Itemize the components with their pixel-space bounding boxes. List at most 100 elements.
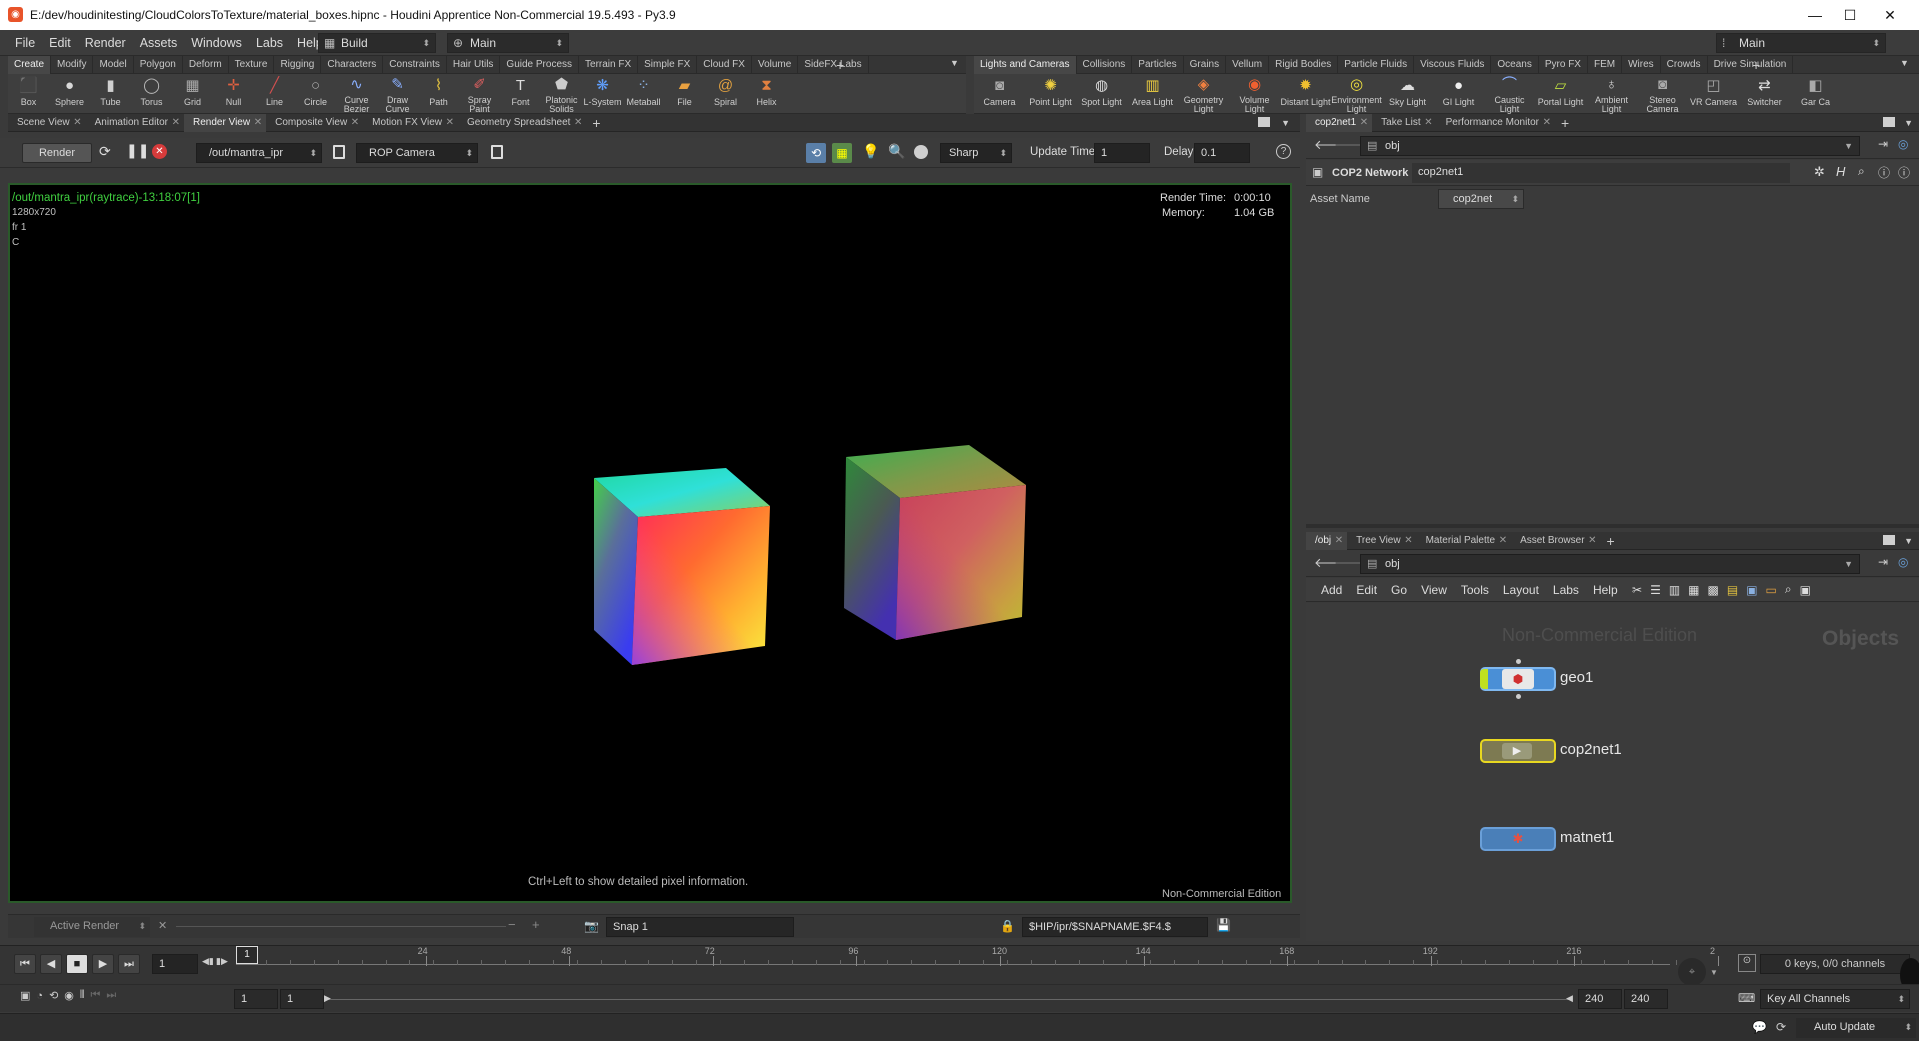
shelf-tab-lights-and-cameras[interactable]: Lights and Cameras xyxy=(974,55,1077,74)
tab-composite-view[interactable]: Composite View ✕ xyxy=(266,114,363,132)
link-icon[interactable]: ◎ xyxy=(1898,137,1908,151)
shelf-tool-point-light[interactable]: ✺ Point Light xyxy=(1025,74,1076,114)
param-path-field[interactable]: ▤ obj ▼ xyxy=(1360,136,1860,156)
shelf-tool-environment-light[interactable]: ◎ Environment Light xyxy=(1331,74,1382,114)
close-tab-icon[interactable]: ✕ xyxy=(574,114,582,132)
pane-menu-chevron-icon[interactable]: ▼ xyxy=(1904,532,1913,550)
shelf-tool-geometry-light[interactable]: ◈ Geometry Light xyxy=(1178,74,1229,114)
camera-settings-icon[interactable] xyxy=(491,145,503,159)
remove-snap-icon[interactable]: − xyxy=(508,917,516,932)
shelf-tab-terrain-fx[interactable]: Terrain FX xyxy=(579,55,639,74)
save-image-icon[interactable]: 💾 xyxy=(1216,918,1231,932)
shelf-tab-volume[interactable]: Volume xyxy=(752,55,799,74)
shelf-tab-simple-fx[interactable]: Simple FX xyxy=(638,55,698,74)
close-tab-icon[interactable]: ✕ xyxy=(1404,532,1412,550)
range-handle-start-icon[interactable]: ▶ xyxy=(324,993,331,1004)
shelf-tool-box[interactable]: ⬛ Box xyxy=(8,74,49,114)
step-back-icon[interactable]: ◀▮ xyxy=(202,956,214,967)
shelf-tool-draw-curve[interactable]: ✎ Draw Curve xyxy=(377,74,418,114)
shelf-tab-characters[interactable]: Characters xyxy=(321,55,384,74)
network-menu-help[interactable]: Help xyxy=(1586,578,1625,602)
close-tab-icon[interactable]: ✕ xyxy=(446,114,454,132)
network-menu-tools[interactable]: Tools xyxy=(1454,578,1496,602)
shelf-tool-line[interactable]: ╱ Line xyxy=(254,74,295,114)
network-menu-add[interactable]: Add xyxy=(1314,578,1349,602)
shelf-tool-ambient-light[interactable]: ♁ Ambient Light xyxy=(1586,74,1637,114)
close-tab-icon[interactable]: ✕ xyxy=(1499,532,1507,550)
refresh-icon[interactable]: ⟳ xyxy=(99,143,111,160)
audio-icon[interactable]: ◔ xyxy=(36,990,43,1002)
add-shelf-tab-icon[interactable]: + xyxy=(836,56,844,74)
pane-splitter[interactable] xyxy=(1306,524,1919,528)
right-desktop-dropdown[interactable]: ⁞ Main ⬍ xyxy=(1716,33,1886,53)
rop-path-dropdown[interactable]: /out/mantra_ipr ⬍ xyxy=(196,143,322,163)
shelf-tab-crowds[interactable]: Crowds xyxy=(1661,55,1708,74)
pane-menu-chevron-icon[interactable]: ▼ xyxy=(1904,114,1913,132)
shelf-tool-path[interactable]: ⌇ Path xyxy=(418,74,459,114)
asset-name-dropdown[interactable]: cop2net ⬍ xyxy=(1438,189,1524,209)
node-name-field[interactable]: cop2net1 xyxy=(1412,163,1790,183)
snap-slider[interactable] xyxy=(176,926,506,927)
pause-icon[interactable]: ❚❚ xyxy=(126,142,149,159)
tab-material-palette[interactable]: Material Palette ✕ xyxy=(1417,532,1511,550)
shelf-tool-switcher[interactable]: ⇄ Switcher xyxy=(1739,74,1790,114)
shelf-tool-spot-light[interactable]: ◍ Spot Light xyxy=(1076,74,1127,114)
shelf-tab-vellum[interactable]: Vellum xyxy=(1226,55,1270,74)
shelf-tool-area-light[interactable]: ▥ Area Light xyxy=(1127,74,1178,114)
shelf-tab-grains[interactable]: Grains xyxy=(1184,55,1227,74)
menu-labs[interactable]: Labs xyxy=(249,30,290,56)
close-tab-icon[interactable]: ✕ xyxy=(1360,114,1368,132)
tile-icon[interactable]: ▩ xyxy=(1708,583,1719,597)
node-display-flag[interactable] xyxy=(1480,669,1488,689)
shelf-tool-stereo-camera[interactable]: ◙ Stereo Camera xyxy=(1637,74,1688,114)
shelf-tab-texture[interactable]: Texture xyxy=(229,55,275,74)
shelf-tab-particle-fluids[interactable]: Particle Fluids xyxy=(1338,55,1415,74)
shelf-tool-l-system[interactable]: ❋ L-System xyxy=(582,74,623,114)
shelf-tool-tube[interactable]: ▮ Tube xyxy=(90,74,131,114)
tab-obj[interactable]: /obj ✕ xyxy=(1306,531,1348,550)
folder-open-icon[interactable]: ▭ xyxy=(1766,583,1777,597)
auto-update-dropdown[interactable]: Auto Update ⬍ xyxy=(1796,1018,1916,1038)
tab-animation-editor[interactable]: Animation Editor ✕ xyxy=(86,114,184,132)
ruler-icon[interactable]: ⫴ xyxy=(80,989,85,1002)
shelf-tab-particles[interactable]: Particles xyxy=(1132,55,1184,74)
play-icon[interactable]: ▶ xyxy=(92,954,114,974)
add-shelf-tab-right-icon[interactable]: + xyxy=(1752,56,1760,74)
shelf-tab-modify[interactable]: Modify xyxy=(51,55,94,74)
close-snap-icon[interactable]: ✕ xyxy=(158,919,167,932)
light-pick-icon[interactable]: 💡 xyxy=(862,143,879,160)
info-icon[interactable]: ⓘ xyxy=(1878,164,1890,181)
shelf-tab-collisions[interactable]: Collisions xyxy=(1077,55,1133,74)
shelf-tool-metaball[interactable]: ⁘ Metaball xyxy=(623,74,664,114)
close-tab-icon[interactable]: ✕ xyxy=(73,114,81,132)
chat-icon[interactable]: 💬 xyxy=(1752,1020,1767,1034)
shelf-tool-distant-light[interactable]: ✹ Distant Light xyxy=(1280,74,1331,114)
tab-motion-fx-view[interactable]: Motion FX View ✕ xyxy=(363,114,458,132)
menu-windows[interactable]: Windows xyxy=(184,30,249,56)
key-all-channels-dropdown[interactable]: Key All Channels ⬍ xyxy=(1760,989,1910,1009)
key-channels-icon[interactable]: ⌨ xyxy=(1738,991,1756,1009)
shelf-tab-rigid-bodies[interactable]: Rigid Bodies xyxy=(1269,55,1339,74)
sphere-preview-icon[interactable] xyxy=(914,145,928,159)
tab-cop2net1[interactable]: cop2net1 ✕ xyxy=(1306,113,1373,132)
shelf-tool-volume-light[interactable]: ◉ Volume Light xyxy=(1229,74,1280,114)
shelf-tool-file[interactable]: ▰ File xyxy=(664,74,705,114)
shelf-tool-spray-paint[interactable]: ✐ Spray Paint xyxy=(459,74,500,114)
close-tab-icon[interactable]: ✕ xyxy=(254,114,262,132)
jump-end-icon[interactable]: ⏭ xyxy=(118,954,140,974)
shelf-tab-fem[interactable]: FEM xyxy=(1588,55,1623,74)
jump-start-icon[interactable]: ⏮ xyxy=(14,954,36,974)
menu-edit[interactable]: Edit xyxy=(42,30,78,56)
close-tab-icon[interactable]: ✕ xyxy=(172,114,180,132)
shelf-menu-chevron-icon[interactable]: ▼ xyxy=(950,58,959,68)
shelf-tab-pyro-fx[interactable]: Pyro FX xyxy=(1539,55,1588,74)
shelf-tab-sidefx-labs[interactable]: SideFX Labs xyxy=(798,55,869,74)
render-viewport[interactable]: /out/mantra_ipr(raytrace)-13:18:07[1] 12… xyxy=(8,183,1292,903)
workspace-dropdown[interactable]: ⊕ Main ⬍ xyxy=(447,33,569,53)
snap-field[interactable]: Snap 1 xyxy=(606,917,794,937)
tab-tree-view[interactable]: Tree View ✕ xyxy=(1347,532,1416,550)
zoom-icon[interactable]: 🔍 xyxy=(888,143,905,160)
network-menu-go[interactable]: Go xyxy=(1384,578,1414,602)
current-frame-input[interactable]: 1 xyxy=(152,954,198,974)
shelf-tab-wires[interactable]: Wires xyxy=(1622,55,1661,74)
